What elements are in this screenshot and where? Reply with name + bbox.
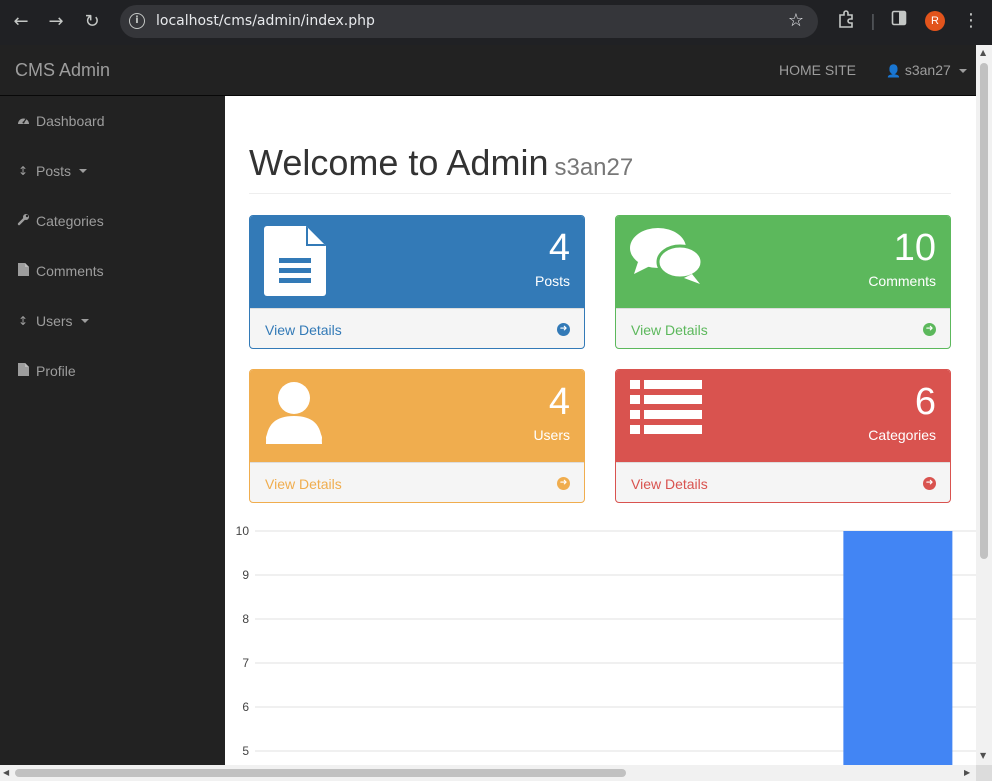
panel-heading: 6 Categories — [616, 370, 950, 462]
view-details-text[interactable]: View Details — [265, 476, 342, 492]
side-panel-icon[interactable] — [888, 10, 910, 32]
sidebar-item-label: Profile — [36, 363, 76, 379]
arrows-v-icon: ↕ — [17, 164, 29, 178]
home-site-link[interactable]: HOME SITE — [779, 62, 856, 78]
posts-panel: 4 Posts View Details ➜ — [249, 215, 585, 349]
view-details-text[interactable]: View Details — [265, 322, 342, 338]
view-details-text[interactable]: View Details — [631, 322, 708, 338]
extensions-icon[interactable] — [835, 10, 857, 32]
page-header: Welcome to Admin s3an27 — [249, 142, 951, 194]
horizontal-scrollbar[interactable]: ◀ ▶ — [0, 765, 976, 781]
back-icon[interactable]: ← — [9, 10, 33, 34]
view-details-link[interactable]: View Details ➜ — [250, 462, 584, 502]
sidebar-item-comments[interactable]: Comments — [16, 261, 104, 281]
users-label: Users — [533, 427, 570, 443]
top-navbar: CMS Admin HOME SITE 👤 s3an27 — [0, 45, 976, 96]
url-text[interactable]: localhost/cms/admin/index.php — [156, 13, 375, 29]
sidebar-item-users[interactable]: ↕ Users — [16, 311, 89, 331]
profile-avatar[interactable]: R — [925, 11, 945, 31]
arrow-circle-right-icon[interactable]: ➜ — [923, 323, 936, 336]
brand-link[interactable]: CMS Admin — [15, 60, 110, 81]
view-details-link[interactable]: View Details ➜ — [616, 308, 950, 348]
comments-label: Comments — [868, 273, 936, 289]
chevron-down-icon — [80, 319, 89, 323]
browser-toolbar: ← → ↻ i localhost/cms/admin/index.php ☆ … — [0, 0, 992, 45]
sidebar: Dashboard ↕ Posts Categories Comments ↕ … — [0, 96, 225, 765]
view-details-text[interactable]: View Details — [631, 476, 708, 492]
categories-count: 6 — [914, 381, 936, 423]
arrows-v-icon: ↕ — [17, 314, 29, 328]
chevron-down-icon — [79, 169, 88, 173]
scroll-left-icon[interactable]: ◀ — [3, 768, 9, 777]
toolbar-divider: | — [870, 11, 876, 30]
sidebar-item-profile[interactable]: Profile — [16, 361, 76, 381]
y-tick-label: 8 — [242, 612, 249, 626]
horizontal-scroll-thumb[interactable] — [15, 769, 626, 777]
posts-count: 4 — [548, 227, 570, 269]
users-panel: 4 Users View Details ➜ — [249, 369, 585, 503]
sidebar-item-categories[interactable]: Categories — [16, 211, 104, 231]
y-tick-label: 9 — [242, 568, 249, 582]
address-bar[interactable]: i localhost/cms/admin/index.php ☆ — [120, 5, 818, 38]
view-details-link[interactable]: View Details ➜ — [250, 308, 584, 348]
browser-menu-icon[interactable]: ⋮ — [962, 10, 980, 32]
user-dropdown[interactable]: 👤 s3an27 — [886, 62, 967, 78]
user-name: s3an27 — [904, 62, 951, 78]
file-text-icon — [264, 226, 326, 296]
arrow-circle-right-icon[interactable]: ➜ — [557, 323, 570, 336]
scrollbar-corner — [976, 765, 992, 781]
chart-bar[interactable] — [843, 531, 953, 765]
sidebar-item-label: Dashboard — [36, 113, 105, 129]
forward-icon[interactable]: → — [44, 10, 68, 34]
reload-icon[interactable]: ↻ — [80, 10, 104, 34]
panel-heading: 10 Comments — [616, 216, 950, 308]
categories-label: Categories — [868, 427, 936, 443]
posts-label: Posts — [534, 273, 570, 289]
wrench-icon — [16, 213, 30, 229]
comments-icon — [630, 228, 704, 284]
page-subtitle: s3an27 — [554, 154, 634, 181]
users-count: 4 — [548, 381, 570, 423]
arrow-circle-right-icon[interactable]: ➜ — [557, 477, 570, 490]
sidebar-item-dashboard[interactable]: Dashboard — [16, 111, 105, 131]
categories-panel: 6 Categories View Details ➜ — [615, 369, 951, 503]
vertical-scrollbar[interactable]: ▲ ▼ — [976, 45, 992, 765]
view-details-link[interactable]: View Details ➜ — [616, 462, 950, 502]
vertical-scroll-thumb[interactable] — [980, 63, 988, 559]
y-tick-label: 10 — [236, 524, 250, 538]
sidebar-item-posts[interactable]: ↕ Posts — [16, 161, 88, 181]
file-icon — [16, 263, 30, 279]
sidebar-item-label: Users — [36, 313, 73, 329]
scroll-down-icon[interactable]: ▼ — [980, 751, 986, 760]
panel-heading: 4 Users — [250, 370, 584, 462]
main-content: Welcome to Admin s3an27 4 Posts View Deta… — [225, 96, 976, 765]
user-icon — [266, 382, 322, 444]
y-tick-label: 6 — [242, 700, 249, 714]
file-icon — [16, 363, 30, 379]
arrow-circle-right-icon[interactable]: ➜ — [923, 477, 936, 490]
list-icon — [630, 380, 702, 434]
scroll-right-icon[interactable]: ▶ — [964, 768, 970, 777]
dashboard-icon — [16, 114, 30, 128]
panel-heading: 4 Posts — [250, 216, 584, 308]
comments-count: 10 — [893, 227, 936, 269]
sidebar-item-label: Comments — [36, 263, 104, 279]
user-icon: 👤 — [886, 64, 901, 78]
scroll-up-icon[interactable]: ▲ — [980, 48, 986, 57]
sidebar-item-label: Posts — [36, 163, 72, 179]
site-info-icon[interactable]: i — [129, 13, 145, 29]
sidebar-item-label: Categories — [36, 213, 104, 229]
bookmark-star-icon[interactable]: ☆ — [788, 10, 804, 31]
y-tick-label: 7 — [242, 656, 249, 670]
y-tick-label: 5 — [242, 744, 249, 758]
chevron-down-icon — [958, 69, 967, 74]
bar-chart: 5 6 7 8 9 10 — [236, 524, 976, 765]
comments-panel: 10 Comments View Details ➜ — [615, 215, 951, 349]
page-title: Welcome to Admin s3an27 — [249, 142, 951, 184]
page-title-text: Welcome to Admin — [249, 142, 549, 183]
